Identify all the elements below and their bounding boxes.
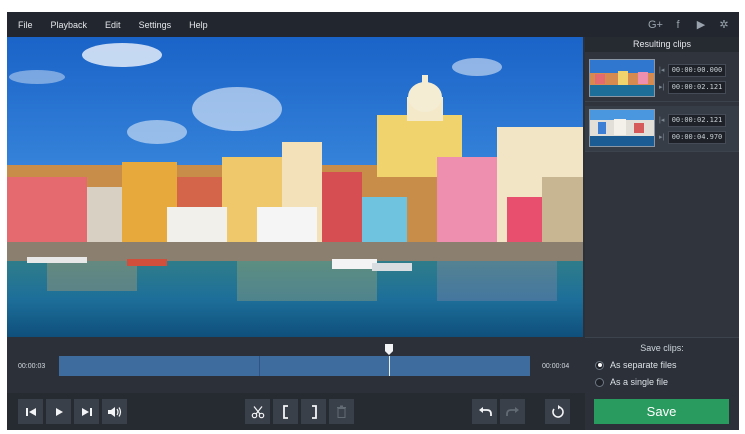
set-end-marker-button[interactable] xyxy=(301,399,326,424)
menu-help[interactable]: Help xyxy=(189,20,208,30)
clip-end-time[interactable]: 00:00:04.970 xyxy=(668,130,726,144)
play-icon xyxy=(55,407,63,416)
volume-icon xyxy=(107,406,121,417)
playback-controls xyxy=(7,393,585,430)
vk-icon[interactable]: ✲ xyxy=(717,18,731,31)
next-frame-button[interactable] xyxy=(74,399,99,424)
video-preview[interactable] xyxy=(7,37,583,337)
clip-times: |◂ 00:00:02.121 ▸| 00:00:04.970 xyxy=(659,109,726,148)
reset-icon xyxy=(551,404,564,418)
resulting-clips-panel: Resulting clips |◂ 00:00:00.000 ▸| 00:00… xyxy=(585,37,739,430)
undo-icon xyxy=(478,406,492,416)
timeline-end-time: 00:00:04 xyxy=(542,363,570,370)
volume-button[interactable] xyxy=(102,399,127,424)
set-start-marker-button[interactable] xyxy=(273,399,298,424)
clip-end-time[interactable]: 00:00:02.121 xyxy=(668,80,726,94)
clip-split-marker xyxy=(259,356,260,376)
reset-button[interactable] xyxy=(545,399,570,424)
menu-file[interactable]: File xyxy=(18,20,33,30)
bracket-right-icon xyxy=(311,404,317,419)
clip-start-time[interactable]: 00:00:02.121 xyxy=(668,113,726,127)
playhead-line xyxy=(389,356,390,376)
clip-thumbnail xyxy=(589,59,655,97)
redo-button[interactable] xyxy=(500,399,525,424)
delete-button[interactable] xyxy=(329,399,354,424)
undo-button[interactable] xyxy=(472,399,497,424)
radio-single-file[interactable] xyxy=(595,377,604,387)
menu-playback[interactable]: Playback xyxy=(51,20,88,30)
option-single-file[interactable]: As a single file xyxy=(595,377,739,387)
bracket-left-icon xyxy=(282,404,288,419)
timeline-track[interactable] xyxy=(59,356,530,376)
clip-item[interactable]: |◂ 00:00:00.000 ▸| 00:00:02.121 xyxy=(585,56,739,102)
end-marker-icon: ▸| xyxy=(659,134,665,141)
start-marker-icon: |◂ xyxy=(659,117,665,124)
trash-icon xyxy=(337,405,346,418)
save-clips-label: Save clips: xyxy=(640,343,684,353)
menu-bar: File Playback Edit Settings Help G+ f ▶ … xyxy=(7,12,739,37)
clip-thumbnail xyxy=(589,109,655,147)
facebook-icon[interactable]: f xyxy=(671,19,685,31)
redo-icon xyxy=(505,406,519,416)
option-label: As separate files xyxy=(610,360,677,370)
skip-forward-icon xyxy=(81,407,92,416)
cut-button[interactable] xyxy=(245,399,270,424)
previous-frame-button[interactable] xyxy=(18,399,43,424)
youtube-icon[interactable]: ▶ xyxy=(694,18,708,31)
panel-title: Resulting clips xyxy=(585,37,739,52)
app-window: File Playback Edit Settings Help G+ f ▶ … xyxy=(7,12,739,430)
menu-edit[interactable]: Edit xyxy=(105,20,121,30)
social-links: G+ f ▶ ✲ xyxy=(648,12,731,37)
play-button[interactable] xyxy=(46,399,71,424)
option-label: As a single file xyxy=(610,377,669,387)
clip-times: |◂ 00:00:00.000 ▸| 00:00:02.121 xyxy=(659,59,726,98)
start-marker-icon: |◂ xyxy=(659,67,665,74)
end-marker-icon: ▸| xyxy=(659,84,665,91)
timeline-start-time: 00:00:03 xyxy=(18,363,46,370)
google-plus-icon[interactable]: G+ xyxy=(648,19,663,31)
save-button[interactable]: Save xyxy=(594,399,729,424)
video-frame-image xyxy=(7,37,583,337)
save-options: Save clips: As separate files As a singl… xyxy=(585,337,739,430)
clip-item[interactable]: |◂ 00:00:02.121 ▸| 00:00:04.970 xyxy=(585,106,739,152)
scissors-icon xyxy=(251,405,264,418)
clip-start-time[interactable]: 00:00:00.000 xyxy=(668,63,726,77)
menu-settings[interactable]: Settings xyxy=(139,20,172,30)
radio-separate-files[interactable] xyxy=(595,360,604,370)
skip-back-icon xyxy=(25,407,36,416)
timeline: 00:00:03 00:00:04 xyxy=(7,337,585,393)
option-separate-files[interactable]: As separate files xyxy=(595,360,739,370)
playhead-handle[interactable] xyxy=(385,344,393,355)
